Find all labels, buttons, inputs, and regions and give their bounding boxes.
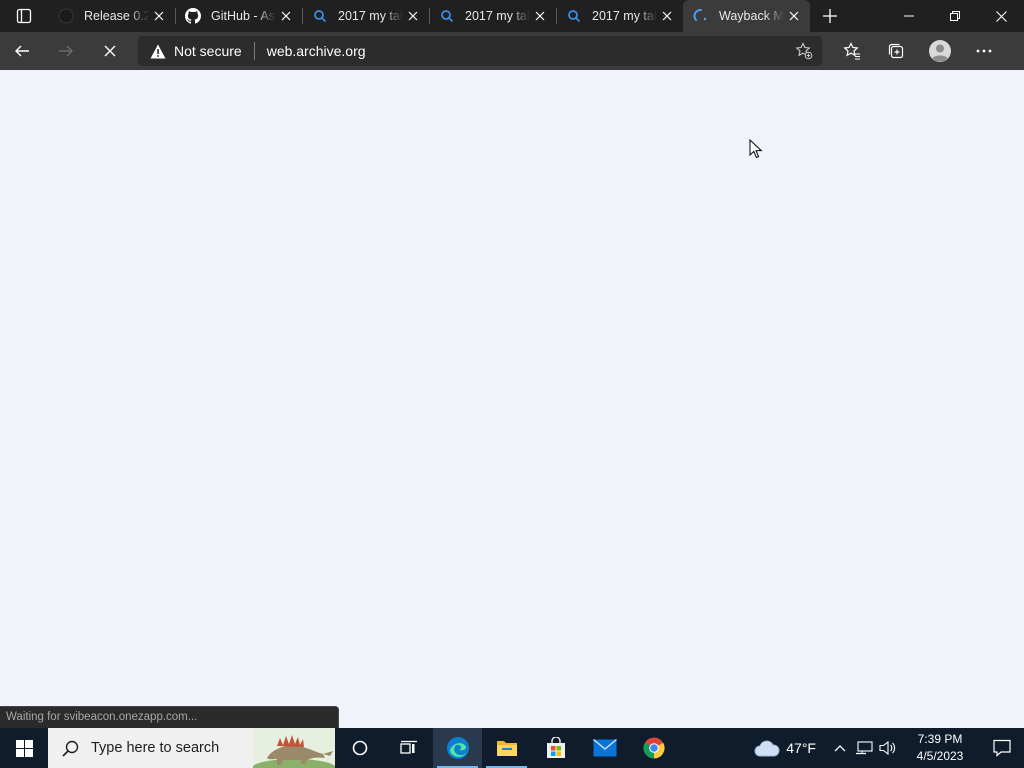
security-label: Not secure	[174, 43, 242, 59]
notification-icon	[993, 739, 1011, 757]
edge-icon	[446, 737, 469, 759]
github-dark-icon	[58, 8, 74, 24]
close-icon[interactable]	[657, 6, 677, 26]
status-bar: Waiting for svibeacon.onezapp.com...	[0, 706, 339, 728]
system-tray: 47°F 7:39 PM 4/5/2023	[754, 728, 1024, 768]
show-hidden-icons-button[interactable]	[828, 728, 852, 768]
back-arrow-icon	[15, 45, 29, 57]
mouse-cursor-icon	[749, 139, 763, 159]
minimize-icon	[904, 15, 914, 17]
file-explorer-icon	[496, 741, 517, 756]
close-icon[interactable]	[276, 6, 296, 26]
security-indicator[interactable]: Not secure	[150, 43, 242, 59]
tab-title: 2017 my tal	[592, 9, 657, 23]
chevron-up-icon	[834, 745, 846, 752]
clock-time: 7:39 PM	[917, 732, 963, 746]
network-icon	[856, 741, 873, 755]
restore-icon	[950, 11, 960, 21]
star-add-icon	[795, 42, 813, 60]
microsoft-store-icon	[546, 737, 565, 758]
tab-title: GitHub - As	[211, 9, 275, 23]
tab-actions-button[interactable]	[0, 0, 48, 32]
loading-spinner-icon	[693, 8, 709, 24]
search-placeholder: Type here to search	[91, 740, 220, 756]
task-view-icon	[399, 740, 417, 754]
add-favorite-button[interactable]	[786, 36, 822, 66]
profile-button[interactable]	[918, 32, 962, 70]
taskbar-edge[interactable]	[433, 728, 482, 768]
settings-more-button[interactable]	[962, 32, 1006, 70]
search-icon	[312, 8, 328, 24]
window-controls	[886, 0, 1024, 32]
close-icon[interactable]	[149, 6, 169, 26]
tab-search-1[interactable]: 2017 my tal	[302, 0, 429, 32]
page-content[interactable]	[0, 70, 1024, 728]
tab-actions-icon	[16, 8, 32, 24]
browser-toolbar: Not secure web.archive.org	[0, 32, 1024, 70]
close-icon	[995, 10, 1007, 22]
tab-title: Release 0.2.	[84, 9, 149, 23]
minimize-button[interactable]	[886, 0, 932, 32]
back-button[interactable]	[0, 32, 44, 70]
favorites-button[interactable]	[830, 32, 874, 70]
close-icon[interactable]	[784, 6, 804, 26]
cloud-icon	[754, 740, 780, 757]
collections-icon	[888, 43, 904, 59]
clock-date: 4/5/2023	[916, 749, 964, 763]
close-icon[interactable]	[403, 6, 423, 26]
weather-widget[interactable]: 47°F	[754, 739, 816, 757]
cortana-button[interactable]	[335, 728, 384, 768]
tab-strip: Release 0.2. GitHub - As 2017 my tal 201…	[0, 0, 1024, 32]
more-icon	[976, 49, 992, 53]
close-icon	[104, 45, 116, 57]
address-bar[interactable]: Not secure web.archive.org	[138, 36, 822, 66]
stop-loading-button[interactable]	[88, 32, 132, 70]
taskbar-clock[interactable]: 7:39 PM 4/5/2023	[904, 731, 976, 765]
cortana-icon	[352, 740, 367, 756]
weather-temp: 47°F	[786, 740, 816, 756]
address-divider	[253, 42, 255, 60]
volume-button[interactable]	[876, 728, 900, 768]
github-icon	[185, 8, 201, 24]
favorites-icon	[843, 42, 860, 60]
forward-button[interactable]	[44, 32, 88, 70]
search-highlight-illustration	[253, 728, 335, 768]
tab-github[interactable]: GitHub - As	[175, 0, 302, 32]
tab-search-3[interactable]: 2017 my tal	[556, 0, 683, 32]
tab-title: Wayback M	[719, 9, 784, 23]
taskbar: Type here to search 47°F 7:39 PM 4/5/202…	[0, 728, 1024, 768]
tab-title: 2017 my tal	[465, 9, 530, 23]
notification-center-button[interactable]	[980, 728, 1024, 768]
tab-search-2[interactable]: 2017 my tal	[429, 0, 556, 32]
tab-title: 2017 my tal	[338, 9, 403, 23]
taskbar-search-box[interactable]: Type here to search	[48, 728, 335, 768]
new-tab-button[interactable]	[812, 0, 848, 32]
forward-arrow-icon	[59, 45, 73, 57]
volume-icon	[879, 740, 896, 756]
search-icon	[439, 8, 455, 24]
search-icon	[566, 8, 582, 24]
taskbar-file-explorer[interactable]	[482, 728, 531, 768]
collections-button[interactable]	[874, 32, 918, 70]
warning-icon	[150, 44, 166, 58]
taskbar-chrome[interactable]	[629, 728, 678, 768]
tab-release[interactable]: Release 0.2.	[48, 0, 175, 32]
network-button[interactable]	[852, 728, 876, 768]
windows-logo-icon	[15, 739, 33, 757]
tab-wayback[interactable]: Wayback M	[683, 0, 810, 32]
url-text[interactable]: web.archive.org	[267, 43, 786, 59]
chrome-icon	[642, 737, 665, 759]
close-window-button[interactable]	[978, 0, 1024, 32]
close-icon[interactable]	[530, 6, 550, 26]
start-button[interactable]	[0, 728, 48, 768]
mail-icon	[592, 739, 617, 757]
taskbar-mail[interactable]	[580, 728, 629, 768]
search-icon	[62, 740, 79, 757]
restore-button[interactable]	[932, 0, 978, 32]
taskbar-microsoft-store[interactable]	[531, 728, 580, 768]
task-view-button[interactable]	[384, 728, 433, 768]
toolbar-right	[830, 32, 1006, 70]
plus-icon	[823, 9, 837, 23]
avatar-icon	[929, 40, 951, 62]
